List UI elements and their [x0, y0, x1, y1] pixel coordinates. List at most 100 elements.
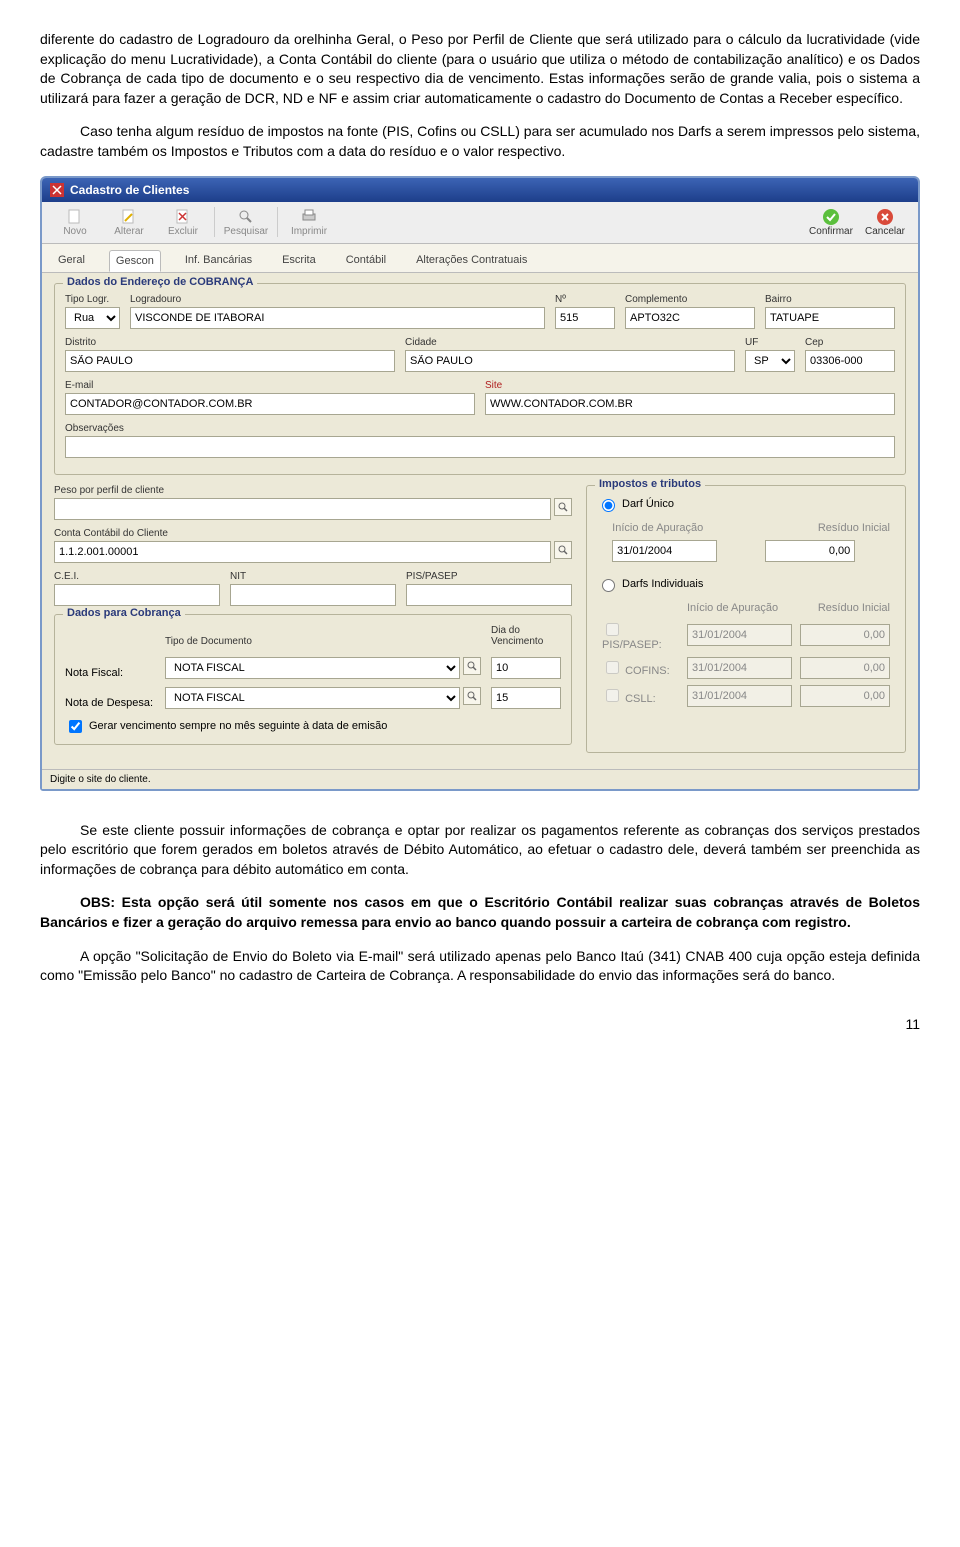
uf-select[interactable]: SP	[745, 350, 795, 372]
peso-input[interactable]	[54, 498, 551, 520]
panel-gescon: Dados do Endereço de COBRANÇA Tipo Logr.…	[42, 273, 918, 769]
cancelar-button[interactable]: Cancelar	[858, 206, 912, 239]
new-icon	[66, 208, 84, 226]
darfs-individuais-radio[interactable]	[602, 579, 615, 592]
bairro-label: Bairro	[765, 294, 895, 305]
cep-label: Cep	[805, 337, 895, 348]
cofins-row-label: COFINS:	[625, 665, 670, 677]
residuo-inicial-header: Resíduo Inicial	[762, 520, 893, 536]
print-icon	[300, 208, 318, 226]
cidade-label: Cidade	[405, 337, 735, 348]
imprimir-button[interactable]: Imprimir	[282, 206, 336, 239]
darf-unico-label: Darf Único	[622, 498, 674, 510]
obs-input[interactable]	[65, 436, 895, 458]
pispasep-label: PIS/PASEP	[406, 571, 572, 582]
logradouro-label: Logradouro	[130, 294, 545, 305]
site-input[interactable]	[485, 393, 895, 415]
cei-input[interactable]	[54, 584, 220, 606]
tipo-logr-select[interactable]: Rua	[65, 307, 120, 329]
conta-search-button[interactable]	[554, 541, 572, 559]
delete-icon	[174, 208, 192, 226]
page-number: 11	[40, 1016, 920, 1032]
darf-unico-radio[interactable]	[602, 499, 615, 512]
cidade-input[interactable]	[405, 350, 735, 372]
conta-input[interactable]	[54, 541, 551, 563]
toolbar: Novo Alterar Excluir Pesquisar Imprimir …	[42, 202, 918, 244]
darf-unico-valor-input[interactable]	[765, 540, 855, 562]
pis-checkbox	[606, 623, 619, 636]
novo-button[interactable]: Novo	[48, 206, 102, 239]
tipo-logr-label: Tipo Logr.	[65, 294, 120, 305]
group-impostos: Impostos e tributos Darf Único Início de…	[586, 485, 906, 753]
gerar-vencimento-label: Gerar vencimento sempre no mês seguinte …	[89, 720, 387, 732]
nota-fiscal-dia-input[interactable]	[491, 657, 561, 679]
cancelar-label: Cancelar	[865, 226, 905, 237]
darf-unico-data-input[interactable]	[612, 540, 717, 562]
nota-fiscal-search-button[interactable]	[463, 657, 481, 675]
conta-label: Conta Contábil do Cliente	[54, 528, 572, 539]
tab-contabil[interactable]: Contábil	[340, 250, 392, 272]
pispasep-input[interactable]	[406, 584, 572, 606]
confirmar-label: Confirmar	[809, 226, 853, 237]
pesquisar-button[interactable]: Pesquisar	[219, 206, 273, 239]
group-impostos-legend: Impostos e tributos	[595, 478, 705, 490]
cofins-data-input	[687, 657, 792, 679]
cofins-valor-input	[800, 657, 890, 679]
distrito-input[interactable]	[65, 350, 395, 372]
diavenc-header: Dia do Vencimento	[491, 625, 561, 647]
csll-data-input	[687, 685, 792, 707]
search-icon	[237, 208, 255, 226]
group-cobranca-legend: Dados para Cobrança	[63, 607, 185, 619]
cei-label: C.E.I.	[54, 571, 220, 582]
logradouro-input[interactable]	[130, 307, 545, 329]
window-title: Cadastro de Clientes	[70, 183, 189, 197]
pis-valor-input	[800, 624, 890, 646]
compl-input[interactable]	[625, 307, 755, 329]
csll-checkbox	[606, 689, 619, 702]
pesquisar-label: Pesquisar	[224, 226, 268, 237]
app-window: Cadastro de Clientes Novo Alterar Exclui…	[40, 176, 920, 791]
bairro-input[interactable]	[765, 307, 895, 329]
cofins-checkbox	[606, 661, 619, 674]
distrito-label: Distrito	[65, 337, 395, 348]
nota-despesa-dia-input[interactable]	[491, 687, 561, 709]
nota-despesa-row-label: Nota de Despesa:	[65, 697, 155, 709]
tabs-bar: Geral Gescon Inf. Bancárias Escrita Cont…	[42, 244, 918, 273]
peso-search-button[interactable]	[554, 498, 572, 516]
nit-label: NIT	[230, 571, 396, 582]
peso-label: Peso por perfil de cliente	[54, 485, 572, 496]
darfs-individuais-label: Darfs Individuais	[622, 578, 703, 590]
group-dados-cobranca: Dados para Cobrança Tipo de Documento Di…	[54, 614, 572, 745]
tab-alteracoes[interactable]: Alterações Contratuais	[410, 250, 533, 272]
obs-label: Observações	[65, 423, 895, 434]
compl-label: Complemento	[625, 294, 755, 305]
num-label: Nº	[555, 294, 615, 305]
alterar-label: Alterar	[114, 226, 143, 237]
tab-gescon[interactable]: Gescon	[109, 250, 161, 272]
nota-despesa-tipodoc-select[interactable]: NOTA FISCAL	[165, 687, 460, 709]
excluir-label: Excluir	[168, 226, 198, 237]
nota-despesa-search-button[interactable]	[463, 687, 481, 705]
alterar-button[interactable]: Alterar	[102, 206, 156, 239]
email-input[interactable]	[65, 393, 475, 415]
tab-geral[interactable]: Geral	[52, 250, 91, 272]
app-icon	[50, 183, 64, 197]
novo-label: Novo	[63, 226, 86, 237]
confirmar-button[interactable]: Confirmar	[804, 206, 858, 239]
cep-input[interactable]	[805, 350, 895, 372]
tab-escrita[interactable]: Escrita	[276, 250, 322, 272]
tab-inf-bancarias[interactable]: Inf. Bancárias	[179, 250, 258, 272]
nota-fiscal-tipodoc-select[interactable]: NOTA FISCAL	[165, 657, 460, 679]
paragraph-4: OBS: Esta opção será útil somente nos ca…	[40, 893, 920, 932]
gerar-vencimento-checkbox[interactable]	[69, 720, 82, 733]
pis-data-input	[687, 624, 792, 646]
inicio-apuracao-header-2: Início de Apuração	[684, 600, 795, 616]
residuo-inicial-header-2: Resíduo Inicial	[797, 600, 893, 616]
window-titlebar: Cadastro de Clientes	[42, 178, 918, 202]
nit-input[interactable]	[230, 584, 396, 606]
edit-icon	[120, 208, 138, 226]
num-input[interactable]	[555, 307, 615, 329]
email-label: E-mail	[65, 380, 475, 391]
excluir-button[interactable]: Excluir	[156, 206, 210, 239]
status-bar: Digite o site do cliente.	[42, 769, 918, 789]
